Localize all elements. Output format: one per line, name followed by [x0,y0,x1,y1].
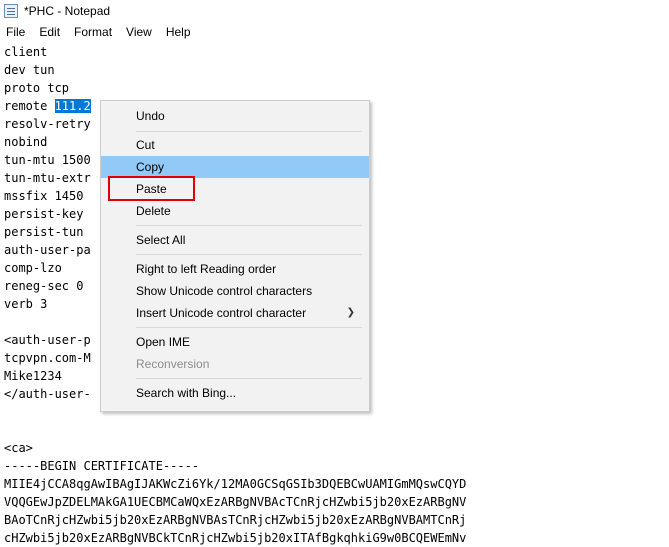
menu-reconversion: Reconversion [101,353,369,375]
window-title: *PHC - Notepad [24,4,111,18]
menu-cut[interactable]: Cut [101,134,369,156]
menu-copy-label: Copy [136,160,165,174]
menu-delete-label: Delete [136,204,171,218]
editor-line: dev tun [4,63,55,77]
menu-open-ime-label: Open IME [136,335,191,349]
menu-reconversion-label: Reconversion [136,357,210,371]
editor-line: persist-key [4,207,84,221]
menu-cut-label: Cut [136,138,155,152]
editor-line: nobind [4,135,48,149]
editor-line: tun-mtu-extr [4,171,91,185]
editor-line: MIIE4jCCA8qgAwIBAgIJAKWcZi6Yk/12MA0GCSqG… [4,477,467,491]
editor-line: mssfix 1450 [4,189,84,203]
title-bar: *PHC - Notepad [0,0,669,22]
menu-insert-unicode[interactable]: Insert Unicode control character ❯ [101,302,369,324]
editor-line: </auth-user- [4,387,91,401]
menu-view[interactable]: View [119,22,159,42]
submenu-arrow-icon: ❯ [346,307,355,318]
menu-search-bing-label: Search with Bing... [136,386,237,400]
menu-separator [136,131,362,132]
editor-line: Mike1234 [4,369,62,383]
editor-line: tcpvpn.com-M [4,351,91,365]
editor-line: resolv-retry [4,117,91,131]
menu-undo-label: Undo [136,109,165,123]
editor-line: client [4,45,48,59]
menu-copy[interactable]: Copy [101,156,369,178]
menu-show-unicode-label: Show Unicode control characters [136,284,313,298]
editor-line: <auth-user-p [4,333,91,347]
menu-file[interactable]: File [0,22,32,42]
editor-line: -----BEGIN CERTIFICATE----- [4,459,200,473]
menu-select-all[interactable]: Select All [101,229,369,251]
menu-insert-unicode-label: Insert Unicode control character [136,306,307,320]
editor-line: comp-lzo [4,261,62,275]
menu-help[interactable]: Help [159,22,198,42]
menu-undo[interactable]: Undo [101,105,369,127]
menu-separator [136,254,362,255]
menu-separator [136,225,362,226]
editor-line: VQQGEwJpZDELMAkGA1UECBMCaWQxEzARBgNVBAcT… [4,495,467,509]
menu-search-bing[interactable]: Search with Bing... [101,382,369,404]
menu-show-unicode[interactable]: Show Unicode control characters [101,280,369,302]
menu-edit[interactable]: Edit [32,22,67,42]
menu-select-all-label: Select All [136,233,186,247]
menu-format[interactable]: Format [67,22,119,42]
menu-delete[interactable]: Delete [101,200,369,222]
editor-line: reneg-sec 0 [4,279,84,293]
editor-line: persist-tun [4,225,84,239]
editor-line-remote: remote 111.2 [4,97,91,115]
paste-highlight-box [108,176,195,201]
editor-line: cHZwbi5jb20xEzARBgNVBCkTCnRjcHZwbi5jb20x… [4,531,467,545]
editor-line: tun-mtu 1500 [4,153,91,167]
menu-rtl-label: Right to left Reading order [136,262,277,276]
menu-rtl-reading-order[interactable]: Right to left Reading order [101,258,369,280]
selected-text: 111.2 [54,99,91,113]
editor-line: verb 3 [4,297,48,311]
menu-separator [136,327,362,328]
context-menu: Undo Cut Copy Paste Delete Select All Ri… [100,100,370,412]
editor-line: BAoTCnRjcHZwbi5jb20xEzARBgNVBAsTCnRjcHZw… [4,513,467,527]
menu-bar: File Edit Format View Help [0,22,669,42]
menu-separator [136,378,362,379]
editor-line: auth-user-pa [4,243,91,257]
editor-line: proto tcp [4,81,70,95]
notepad-icon [4,4,18,18]
menu-open-ime[interactable]: Open IME [101,331,369,353]
line-text: remote [4,99,55,113]
editor-line: <ca> [4,441,33,455]
